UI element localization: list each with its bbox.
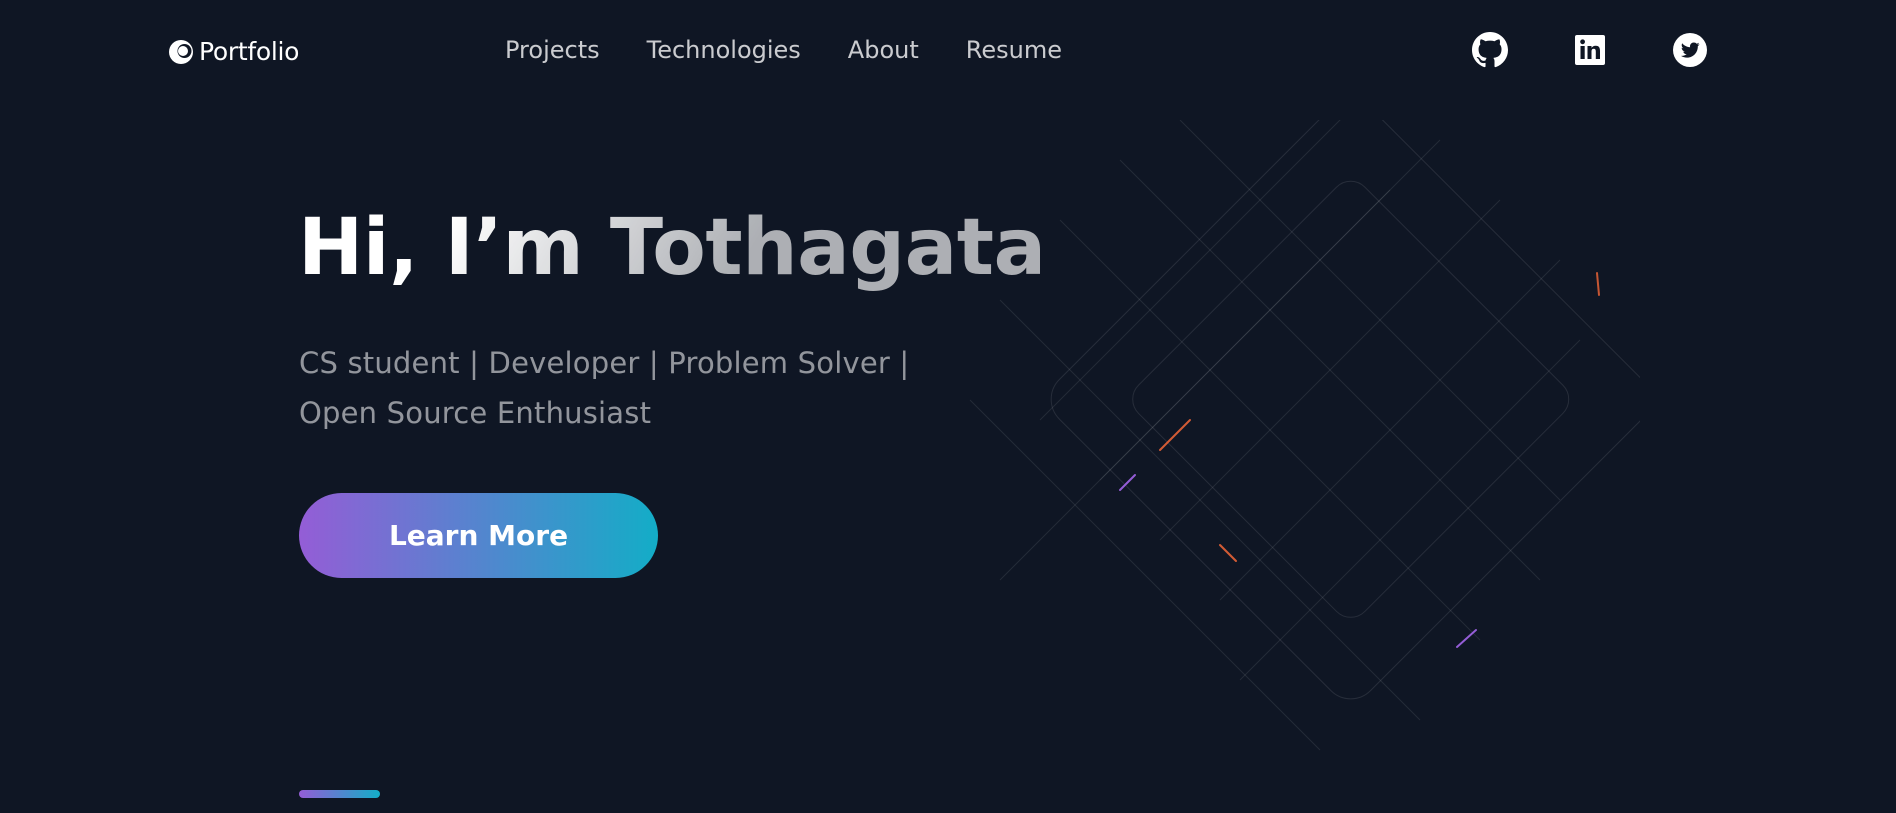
github-icon [1472,32,1508,68]
nav-technologies[interactable]: Technologies [647,36,801,64]
hero-title: Hi, I’m Tothagata [298,203,1046,293]
main-nav: Projects Technologies About Resume [505,36,1062,64]
social-links [1472,32,1708,68]
section-divider [299,790,380,798]
logo-link[interactable]: Portfolio [167,37,299,66]
linkedin-link[interactable] [1572,32,1608,68]
linkedin-icon [1575,35,1605,65]
twitter-icon [1673,33,1707,67]
twitter-link[interactable] [1672,32,1708,68]
logo-text: Portfolio [199,37,300,66]
portfolio-page: Portfolio Projects Technologies About Re… [0,0,1896,813]
nav-projects[interactable]: Projects [505,36,600,64]
portfolio-logo-icon [169,39,193,64]
hero-subtitle: CS student | Developer | Problem Solver … [299,346,910,430]
github-link[interactable] [1472,32,1508,68]
learn-more-button[interactable]: Learn More [299,493,658,578]
nav-resume[interactable]: Resume [966,36,1062,64]
nav-about[interactable]: About [848,36,919,64]
